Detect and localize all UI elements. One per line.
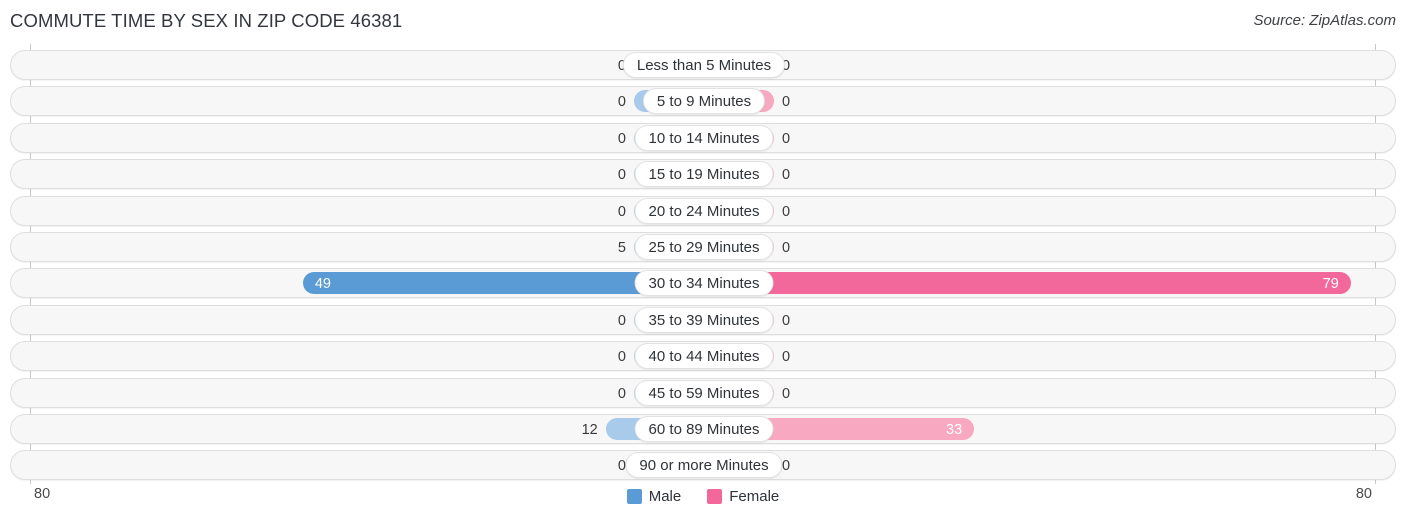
chart-row-inner: 0 0 90 or more Minutes [11, 451, 1395, 479]
chart-row[interactable]: 5 0 25 to 29 Minutes [10, 232, 1396, 262]
category-label: 90 or more Minutes [625, 452, 783, 479]
legend-label-male: Male [648, 488, 682, 505]
chart-row[interactable]: 49 79 30 to 34 Minutes [10, 268, 1396, 299]
value-label-male: 0 [617, 203, 626, 220]
value-label-female: 0 [782, 385, 791, 402]
legend-swatch-female-icon [707, 489, 723, 504]
chart-row-inner: 0 0 20 to 24 Minutes [11, 197, 1395, 225]
category-label: 60 to 89 Minutes [634, 416, 774, 442]
category-label: Less than 5 Minutes [622, 52, 786, 78]
category-label: 40 to 44 Minutes [634, 343, 774, 370]
value-label-male: 0 [617, 94, 626, 111]
chart-plot-area: 00Less than 5 Minutes005 to 9 Minutes001… [0, 44, 1406, 484]
legend-label-female: Female [729, 488, 780, 505]
category-label: 20 to 24 Minutes [634, 197, 774, 224]
value-label-male: 0 [617, 167, 626, 184]
legend-swatch-male-icon [626, 489, 642, 504]
chart-row[interactable]: 0 0 45 to 59 Minutes [10, 377, 1396, 408]
value-label-female: 33 [946, 422, 963, 438]
chart-row[interactable]: 0 0 90 or more Minutes [10, 450, 1396, 481]
chart-row-inner: 49 79 30 to 34 Minutes [11, 269, 1395, 297]
bar-female[interactable] [704, 272, 1351, 295]
chart-row[interactable]: 0 0 40 to 44 Minutes [10, 341, 1396, 372]
chart-row-inner: 12 33 60 to 89 Minutes [11, 415, 1395, 443]
chart-row-inner: 0 0 40 to 44 Minutes [11, 342, 1395, 370]
legend-item-female[interactable]: Female [707, 488, 779, 505]
chart-row-inner: 0 0 35 to 39 Minutes [11, 306, 1395, 334]
category-label: 35 to 39 Minutes [634, 306, 774, 333]
chart-legend: Male Female [0, 488, 1406, 505]
value-label-male: 5 [617, 240, 626, 256]
chart-row[interactable]: 12 33 60 to 89 Minutes [10, 414, 1396, 444]
page-title: COMMUTE TIME BY SEX IN ZIP CODE 46381 [10, 10, 403, 31]
chart-row-inner: 0 0 45 to 59 Minutes [11, 379, 1395, 407]
chart-row[interactable]: 0 0 15 to 19 Minutes [10, 159, 1396, 190]
chart-row-inner: 0 0 15 to 19 Minutes [11, 160, 1395, 188]
chart-row-inner: 0 0Less than 5 Minutes [11, 51, 1395, 79]
chart-row[interactable]: 0 0Less than 5 Minutes [10, 50, 1396, 80]
category-label: 10 to 14 Minutes [634, 124, 774, 151]
value-label-female: 0 [782, 312, 791, 329]
value-label-male: 12 [581, 422, 598, 438]
category-label: 30 to 34 Minutes [634, 270, 774, 297]
value-label-male: 0 [617, 458, 626, 475]
value-label-female: 0 [782, 167, 791, 184]
chart-footer: 80 80 Male Female [0, 484, 1406, 522]
chart-row-inner: 5 0 25 to 29 Minutes [11, 233, 1395, 261]
value-label-male: 0 [617, 385, 626, 402]
chart-row-inner: 0 0 10 to 14 Minutes [11, 124, 1395, 152]
chart-row-inner: 0 0 5 to 9 Minutes [11, 87, 1395, 115]
chart-row[interactable]: 0 0 5 to 9 Minutes [10, 86, 1396, 117]
value-label-female: 79 [1322, 276, 1339, 293]
category-label: 25 to 29 Minutes [634, 234, 774, 260]
category-label: 45 to 59 Minutes [634, 379, 774, 406]
value-label-female: 0 [782, 349, 791, 366]
value-label-female: 0 [782, 94, 791, 111]
source-attribution: Source: ZipAtlas.com [1253, 12, 1396, 29]
value-label-male: 0 [568, 51, 626, 81]
value-label-male: 0 [617, 312, 626, 329]
value-label-female: 0 [782, 130, 791, 147]
chart-row[interactable]: 0 0 35 to 39 Minutes [10, 304, 1396, 335]
chart-row[interactable]: 0 0 20 to 24 Minutes [10, 195, 1396, 226]
value-label-male: 0 [617, 349, 626, 366]
category-label: 5 to 9 Minutes [642, 88, 766, 115]
value-label-male: 49 [314, 276, 331, 293]
value-label-female: 0 [782, 240, 791, 256]
value-label-female: 0 [782, 203, 791, 220]
legend-item-male[interactable]: Male [626, 488, 682, 505]
value-label-male: 0 [617, 130, 626, 147]
chart-row[interactable]: 0 0 10 to 14 Minutes [10, 122, 1396, 153]
value-label-female: 0 [782, 458, 791, 475]
value-label-female: 0 [782, 58, 791, 74]
chart-header: COMMUTE TIME BY SEX IN ZIP CODE 46381 So… [0, 0, 1406, 44]
category-label: 15 to 19 Minutes [634, 161, 774, 188]
